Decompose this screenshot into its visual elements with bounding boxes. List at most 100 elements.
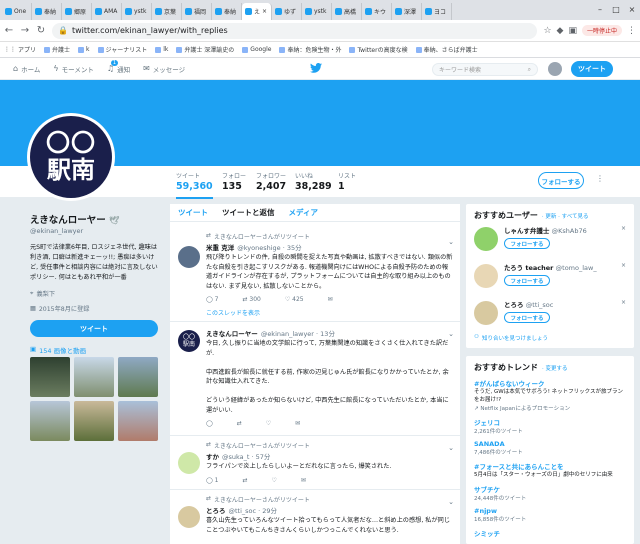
more-options-icon[interactable]: ⋮ [594, 174, 606, 186]
bookmark-folder[interactable]: k [78, 46, 90, 53]
search-input[interactable]: キーワード検索 ⌕ [432, 63, 538, 76]
suggested-user[interactable]: × しゃんす弁護士 @KshAb76 フォローする [474, 225, 626, 258]
extension-icon[interactable]: ▣ [568, 26, 577, 36]
direct-message-icon[interactable]: ✉ [301, 477, 306, 484]
tweet-avatar[interactable] [178, 506, 200, 528]
browser-tab[interactable]: AMA [92, 3, 122, 20]
bookmark-link[interactable]: 奉納：危険生物・外 [279, 45, 341, 54]
browser-tab[interactable]: ヨコ [422, 3, 452, 20]
browser-tab[interactable]: 高橋 [332, 3, 362, 20]
trend-item[interactable]: #がんばらないウィーク そうだ, GWは本気でサボろう! ネットフリックスが旅プ… [474, 378, 626, 412]
suggested-user[interactable]: × たろう teacher @tomo_law_ フォローする [474, 262, 626, 295]
bookmark-link[interactable]: Twitterの高度な検 [349, 45, 408, 54]
tweet[interactable]: ⌄ ⇄ えきなんローヤーさんがリツイート とろろ @tti_soc · 29分 喜久… [170, 492, 460, 544]
trend-item[interactable]: #フォースと共にあらんことを 5月4日は「スター・ウォーズの日」劇中のセリフに由… [474, 461, 626, 479]
follow-button[interactable]: フォローする [504, 238, 550, 249]
dismiss-icon[interactable]: × [621, 262, 626, 269]
follow-button[interactable]: フォローする [504, 275, 550, 286]
stat-followers[interactable]: フォロワー 2,407 [256, 171, 286, 192]
tweet[interactable]: ⌄ ⇄ えきなんローヤーさんがリツイート すか @suka_t · 57分 フライパ… [170, 438, 460, 490]
reload-icon[interactable]: ↻ [36, 25, 46, 36]
extension-icon[interactable]: ◆ [557, 26, 564, 36]
browser-tab[interactable]: 福岡 [182, 3, 212, 20]
compose-tweet-button[interactable]: ツイート [571, 61, 613, 77]
media-thumbnail[interactable] [74, 357, 114, 397]
media-thumbnail[interactable] [118, 401, 158, 441]
browser-tab[interactable]: ystk [302, 3, 332, 20]
tab-media[interactable]: メディア [289, 207, 318, 218]
trend-item[interactable]: ジェリコ 2,261件のツイート [474, 417, 626, 435]
user-avatar[interactable] [474, 227, 498, 251]
user-avatar[interactable] [474, 301, 498, 325]
browser-tab[interactable]: 京葉 [152, 3, 182, 20]
media-thumbnail[interactable] [30, 357, 70, 397]
browser-tab[interactable]: キウ [362, 3, 392, 20]
trend-item[interactable]: サブチケ 24,448件のツイート [474, 484, 626, 502]
trend-item[interactable]: #njpw 16,858件のツイート [474, 507, 626, 523]
profile-name[interactable]: えきなんローヤー 🕊 [30, 212, 162, 226]
trend-item[interactable]: シミッチ [474, 528, 626, 538]
star-icon[interactable]: ☆ [543, 26, 551, 36]
back-arrow-icon[interactable]: ← [4, 25, 14, 36]
user-avatar[interactable] [474, 264, 498, 288]
user-avatar[interactable] [548, 62, 562, 76]
browser-tab-active[interactable]: え × [242, 3, 272, 20]
profile-paused-badge[interactable]: 一時停止中 [581, 25, 622, 36]
show-thread-link[interactable]: このスレッドを表示 [206, 308, 454, 317]
follow-button[interactable]: フォローする [538, 172, 584, 189]
dismiss-icon[interactable]: × [621, 299, 626, 306]
stat-tweets[interactable]: ツイート 59,360 [176, 171, 213, 199]
trend-item[interactable]: SANADA 7,486件のツイート [474, 440, 626, 456]
search-icon[interactable]: ⌕ [528, 66, 531, 74]
retweet-button[interactable]: ⇄ 300 [242, 296, 260, 303]
bookmark-apps[interactable]: ⋮⋮ アプリ [4, 45, 36, 54]
tweet[interactable]: ⌄ ⇄ えきなんローヤーさんがリツイート 米重 克洋 @kyoneshige · 3… [170, 232, 460, 322]
chevron-down-icon[interactable]: ⌄ [448, 444, 454, 452]
stat-following[interactable]: フォロー 135 [222, 171, 246, 192]
tweet-avatar[interactable] [178, 246, 200, 268]
url-input[interactable]: 🔒 twitter.com/ekinan_lawyer/with_replies [52, 22, 538, 39]
media-thumbnail[interactable] [118, 357, 158, 397]
forward-arrow-icon[interactable]: → [20, 25, 30, 36]
like-button[interactable]: ♡ [266, 420, 271, 427]
tab-tweets-and-replies[interactable]: ツイートと返信 [222, 207, 275, 218]
tweet[interactable]: 〇〇 駅南 ⌄ えきなんローヤー @ekinan_lawyer · 13分 今日, … [170, 324, 460, 436]
stat-likes[interactable]: いいね 38,289 [295, 171, 332, 192]
nav-notifications[interactable]: ♫ 1 通知 [107, 60, 130, 74]
tab-tweets[interactable]: ツイート [178, 207, 208, 218]
nav-moments[interactable]: ϟ モーメント [53, 64, 94, 74]
nav-messages[interactable]: ✉ メッセージ [143, 64, 185, 74]
chevron-down-icon[interactable]: ⌄ [448, 498, 454, 506]
reply-button[interactable]: ◯ 1 [206, 477, 218, 484]
browser-tab[interactable]: 郷原 [62, 3, 92, 20]
bookmark-link[interactable]: 弁護士 深澤諭史の [176, 45, 234, 54]
media-thumbnail[interactable] [74, 401, 114, 441]
browser-tab[interactable]: ystk [122, 3, 152, 20]
twitter-bird-icon[interactable] [310, 63, 322, 74]
chevron-down-icon[interactable]: ⌄ [448, 238, 454, 246]
bookmark-folder[interactable]: ジャーナリスト [97, 45, 147, 54]
suggested-user[interactable]: × とろろ @tti_soc フォローする [474, 299, 626, 332]
retweet-button[interactable]: ⇄ [237, 420, 242, 427]
reply-button[interactable]: ◯ [206, 420, 213, 427]
close-window-icon[interactable]: × [624, 0, 640, 18]
browser-tab[interactable]: 深澤 [392, 3, 422, 20]
dismiss-icon[interactable]: × [621, 225, 626, 232]
menu-kebab-icon[interactable]: ⋮ [627, 26, 636, 36]
bookmark-folder[interactable]: lk [155, 46, 168, 53]
reply-button[interactable]: ◯ 7 [206, 296, 218, 303]
chevron-down-icon[interactable]: ⌄ [448, 330, 454, 338]
like-button[interactable]: ♡ 425 [285, 296, 304, 303]
direct-message-icon[interactable]: ✉ [295, 420, 300, 427]
media-link[interactable]: ▣ 154 画像と動画 [30, 345, 86, 355]
bookmark-link[interactable]: 奉納、さらば弁護士 [415, 45, 478, 54]
maximize-icon[interactable]: □ [608, 0, 624, 18]
tweet-avatar[interactable] [178, 452, 200, 474]
browser-tab[interactable]: 奉納 [32, 3, 62, 20]
stat-lists[interactable]: リスト 1 [338, 171, 356, 192]
minimize-icon[interactable]: – [592, 0, 608, 18]
nav-home[interactable]: ⌂ ホーム [13, 64, 40, 74]
tweet-to-user-button[interactable]: ツイート [30, 320, 158, 337]
follow-button[interactable]: フォローする [504, 312, 550, 323]
find-friends-link[interactable]: ⚇ 知り合いを見つけましょう [474, 334, 626, 342]
